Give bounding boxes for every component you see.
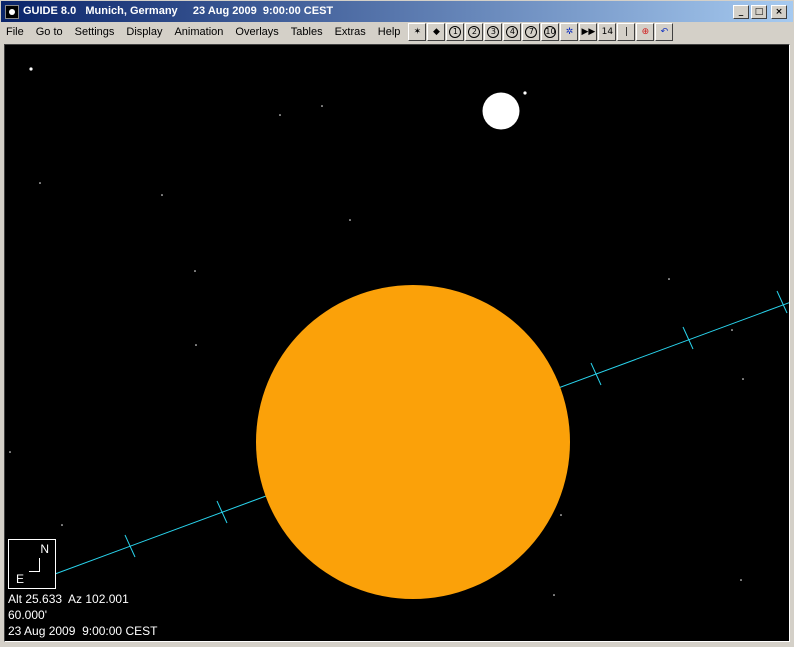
- star: [560, 514, 562, 516]
- compass-indicator: N E: [8, 539, 56, 589]
- close-button[interactable]: ×: [771, 5, 787, 19]
- sky-chart[interactable]: N E Alt 25.633 Az 102.001 60.000' 23 Aug…: [4, 44, 790, 642]
- undo-icon[interactable]: ↶: [655, 23, 674, 41]
- menu-help[interactable]: Help: [372, 23, 407, 41]
- star: [668, 278, 670, 280]
- star: [194, 270, 196, 272]
- menu-goto[interactable]: Go to: [30, 23, 69, 41]
- menu-display[interactable]: Display: [120, 23, 168, 41]
- star: [523, 91, 527, 95]
- zoom-level-1-label: 1: [449, 26, 462, 38]
- zoom-level-2-icon[interactable]: 2: [465, 23, 484, 41]
- zoom-level-2-label: 2: [468, 26, 481, 38]
- menu-tables[interactable]: Tables: [285, 23, 329, 41]
- star: [740, 579, 742, 581]
- app-icon[interactable]: [5, 5, 19, 19]
- menu-file[interactable]: File: [0, 23, 30, 41]
- menu-animation[interactable]: Animation: [168, 23, 229, 41]
- star: [161, 194, 163, 196]
- menu-settings[interactable]: Settings: [69, 23, 121, 41]
- compass-north-label: N: [40, 542, 49, 556]
- stars-icon[interactable]: ✲: [560, 23, 579, 41]
- zoom-level-7-icon[interactable]: 7: [522, 23, 541, 41]
- level-14-icon[interactable]: 14: [598, 23, 617, 41]
- star: [279, 114, 281, 116]
- star: [9, 451, 11, 453]
- datetime-readout: 23 Aug 2009 9:00:00 CEST: [8, 624, 158, 638]
- compass-north-arm: [39, 558, 40, 572]
- menu-bar: File Go to Settings Display Animation Ov…: [0, 22, 794, 42]
- zoom-level-3-label: 3: [487, 26, 500, 38]
- zoom-level-4-label: 4: [506, 26, 519, 38]
- zoom-level-1-icon[interactable]: 1: [446, 23, 465, 41]
- zoom-level-4-icon[interactable]: 4: [503, 23, 522, 41]
- minimize-button[interactable]: _: [733, 5, 749, 19]
- star: [742, 378, 744, 380]
- zoom-level-10-label: 10: [544, 26, 557, 38]
- star-chart-icon[interactable]: ✶: [408, 23, 427, 41]
- star: [731, 329, 733, 331]
- planet-icon[interactable]: ◆: [427, 23, 446, 41]
- window-title: GUIDE 8.0 Munich, Germany 23 Aug 2009 9:…: [23, 5, 334, 17]
- zoom-level-3-icon[interactable]: 3: [484, 23, 503, 41]
- title-bar: GUIDE 8.0 Munich, Germany 23 Aug 2009 9:…: [0, 0, 794, 22]
- moon[interactable]: [482, 92, 520, 130]
- zoom-level-7-label: 7: [525, 26, 538, 38]
- sky-canvas: [9, 67, 789, 599]
- compass-east-arm: [29, 571, 40, 572]
- alt-az-readout: Alt 25.633 Az 102.001: [8, 592, 129, 606]
- menu-overlays[interactable]: Overlays: [229, 23, 284, 41]
- menu-extras[interactable]: Extras: [329, 23, 372, 41]
- crosshair-icon[interactable]: ⊕: [636, 23, 655, 41]
- star: [321, 105, 323, 107]
- compass-east-label: E: [16, 572, 25, 586]
- field-of-view-readout: 60.000': [8, 608, 47, 622]
- toolbar: ✶ ◆ 1 2 3 4 7 10 ✲ ▶▶ 14 | ⊕ ↶: [408, 23, 674, 41]
- maximize-button[interactable]: □: [751, 5, 767, 19]
- separator-icon[interactable]: |: [617, 23, 636, 41]
- star: [61, 524, 63, 526]
- sun[interactable]: [256, 285, 570, 599]
- zoom-level-10-icon[interactable]: 10: [541, 23, 560, 41]
- star: [195, 344, 197, 346]
- star: [29, 67, 33, 71]
- star: [39, 182, 41, 184]
- window-controls: _ □ ×: [733, 5, 787, 19]
- fast-forward-icon[interactable]: ▶▶: [579, 23, 598, 41]
- star: [553, 594, 555, 596]
- star: [349, 219, 351, 221]
